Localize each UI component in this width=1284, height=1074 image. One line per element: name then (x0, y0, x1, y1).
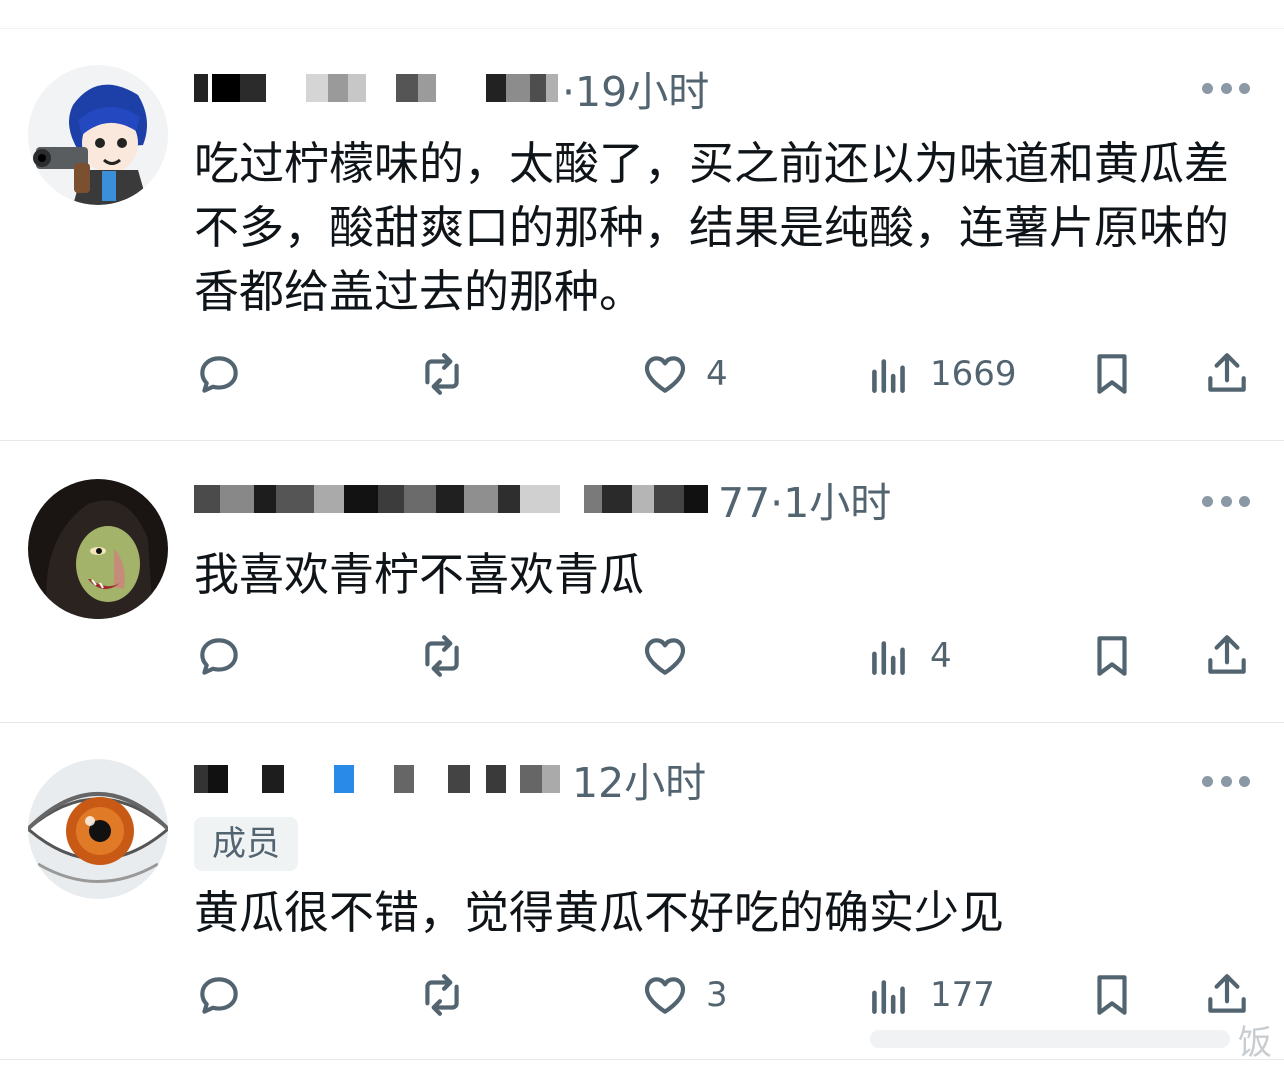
like-button[interactable]: 3 (640, 965, 728, 1025)
views-count: 1669 (930, 354, 1017, 394)
post-header: 77·1小时 (194, 469, 891, 529)
reply-button[interactable] (194, 626, 260, 686)
bookmark-button[interactable] (1087, 626, 1137, 686)
post-time: ·19小时 (562, 68, 710, 116)
share-icon (1208, 974, 1246, 1013)
post-2[interactable]: 77·1小时 我喜欢青柠不喜欢青瓜 4 (0, 441, 1284, 723)
bookmark-button[interactable] (1087, 344, 1137, 404)
member-badge: 成员 (194, 817, 298, 871)
avatar[interactable] (28, 759, 168, 899)
redacted-username (194, 63, 558, 113)
post-3[interactable]: 12小时 成员 黄瓜很不错，觉得黄瓜不好吃的确实少见 3 177 (0, 723, 1284, 1060)
like-button[interactable]: 4 (640, 344, 728, 404)
views-count: 177 (930, 975, 995, 1015)
share-button[interactable] (1202, 344, 1252, 404)
action-bar: 4 1669 (0, 344, 1284, 404)
like-icon (644, 356, 686, 393)
top-divider (0, 28, 1284, 29)
repost-icon (425, 974, 459, 1016)
repost-icon (425, 635, 459, 677)
bookmark-icon (1097, 975, 1127, 1015)
share-icon (1208, 635, 1246, 674)
post-header: 12小时 (194, 749, 706, 809)
redacted-username (194, 754, 568, 804)
repost-button[interactable] (417, 965, 483, 1025)
repost-icon (425, 353, 459, 395)
reply-icon (200, 638, 238, 675)
avatar[interactable] (28, 479, 168, 619)
bookmark-button[interactable] (1087, 965, 1137, 1025)
like-icon (644, 977, 686, 1014)
repost-button[interactable] (417, 626, 483, 686)
views-icon (872, 980, 905, 1014)
views-icon (872, 359, 905, 393)
like-count: 3 (706, 975, 728, 1015)
avatar[interactable] (28, 65, 168, 205)
views-button[interactable]: 177 (864, 965, 995, 1025)
repost-button[interactable] (417, 344, 483, 404)
like-count: 4 (706, 354, 728, 394)
post-header: ·19小时 (194, 58, 709, 118)
like-icon (644, 638, 686, 675)
views-icon (872, 641, 905, 675)
more-icon[interactable] (1202, 80, 1250, 96)
share-button[interactable] (1202, 626, 1252, 686)
post-text: 吃过柠檬味的，太酸了，买之前还以为味道和黄瓜差不多，酸甜爽口的那种，结果是纯酸，… (194, 137, 1230, 318)
action-bar: 4 (0, 626, 1284, 686)
post-1[interactable]: ·19小时 吃过柠檬味的，太酸了，买之前还以为味道和黄瓜差不多，酸甜爽口的那种，… (0, 40, 1284, 441)
redacted-username (194, 474, 714, 524)
more-icon[interactable] (1202, 773, 1250, 789)
reply-button[interactable] (194, 965, 260, 1025)
views-count: 4 (930, 636, 952, 676)
reply-icon (200, 977, 238, 1014)
views-button[interactable]: 4 (864, 626, 952, 686)
post-time: 12小时 (572, 759, 707, 807)
share-icon (1208, 353, 1246, 392)
reply-button[interactable] (194, 344, 260, 404)
watermark: 饭 (1238, 1023, 1272, 1063)
post-text: 黄瓜很不错，觉得黄瓜不好吃的确实少见 (194, 886, 1005, 939)
post-time: 77·1小时 (718, 479, 892, 527)
post-text: 我喜欢青柠不喜欢青瓜 (194, 548, 645, 601)
more-icon[interactable] (1202, 493, 1250, 509)
watermark-bar (870, 1030, 1230, 1048)
reply-icon (200, 356, 238, 393)
bookmark-icon (1097, 354, 1127, 394)
action-bar: 3 177 (0, 965, 1284, 1025)
bookmark-icon (1097, 636, 1127, 676)
views-button[interactable]: 1669 (864, 344, 1017, 404)
like-button[interactable] (640, 626, 706, 686)
